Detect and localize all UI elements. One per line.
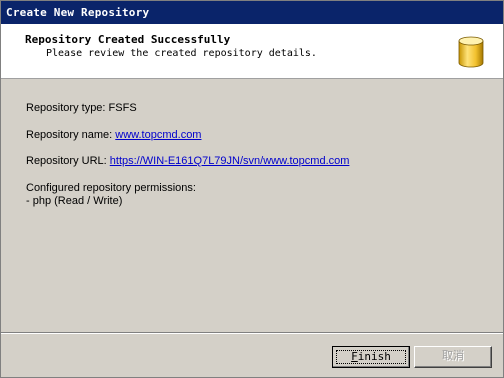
cancel-button[interactable]: 取消 xyxy=(414,346,492,368)
footer-divider xyxy=(1,332,503,334)
repository-name-link[interactable]: www.topcmd.com xyxy=(115,129,201,141)
finish-button-label: Finish xyxy=(351,350,391,363)
header-title: Repository Created Successfully xyxy=(25,33,231,46)
repository-name-row: Repository name: www.topcmd.com xyxy=(26,129,201,141)
repository-type-value: FSFS xyxy=(108,102,137,114)
header-subtitle: Please review the created repository det… xyxy=(46,48,317,59)
finish-button[interactable]: Finish xyxy=(332,346,410,368)
repository-type-label: Repository type: xyxy=(26,102,106,114)
repository-name-label: Repository name: xyxy=(26,129,113,141)
wizard-header: Repository Created Successfully Please r… xyxy=(1,24,503,79)
permission-entry: - php (Read / Write) xyxy=(26,195,123,207)
repository-url-link[interactable]: https://WIN-E161Q7L79JN/svn/www.topcmd.c… xyxy=(110,155,350,167)
permissions-label: Configured repository permissions: xyxy=(26,182,196,194)
repository-url-row: Repository URL: https://WIN-E161Q7L79JN/… xyxy=(26,155,349,167)
database-icon xyxy=(458,36,484,68)
repository-url-label: Repository URL: xyxy=(26,155,107,167)
dialog-title: Create New Repository xyxy=(1,1,503,24)
create-repository-dialog: Create New Repository Repository Created… xyxy=(0,0,504,378)
repository-type-row: Repository type: FSFS xyxy=(26,102,137,114)
